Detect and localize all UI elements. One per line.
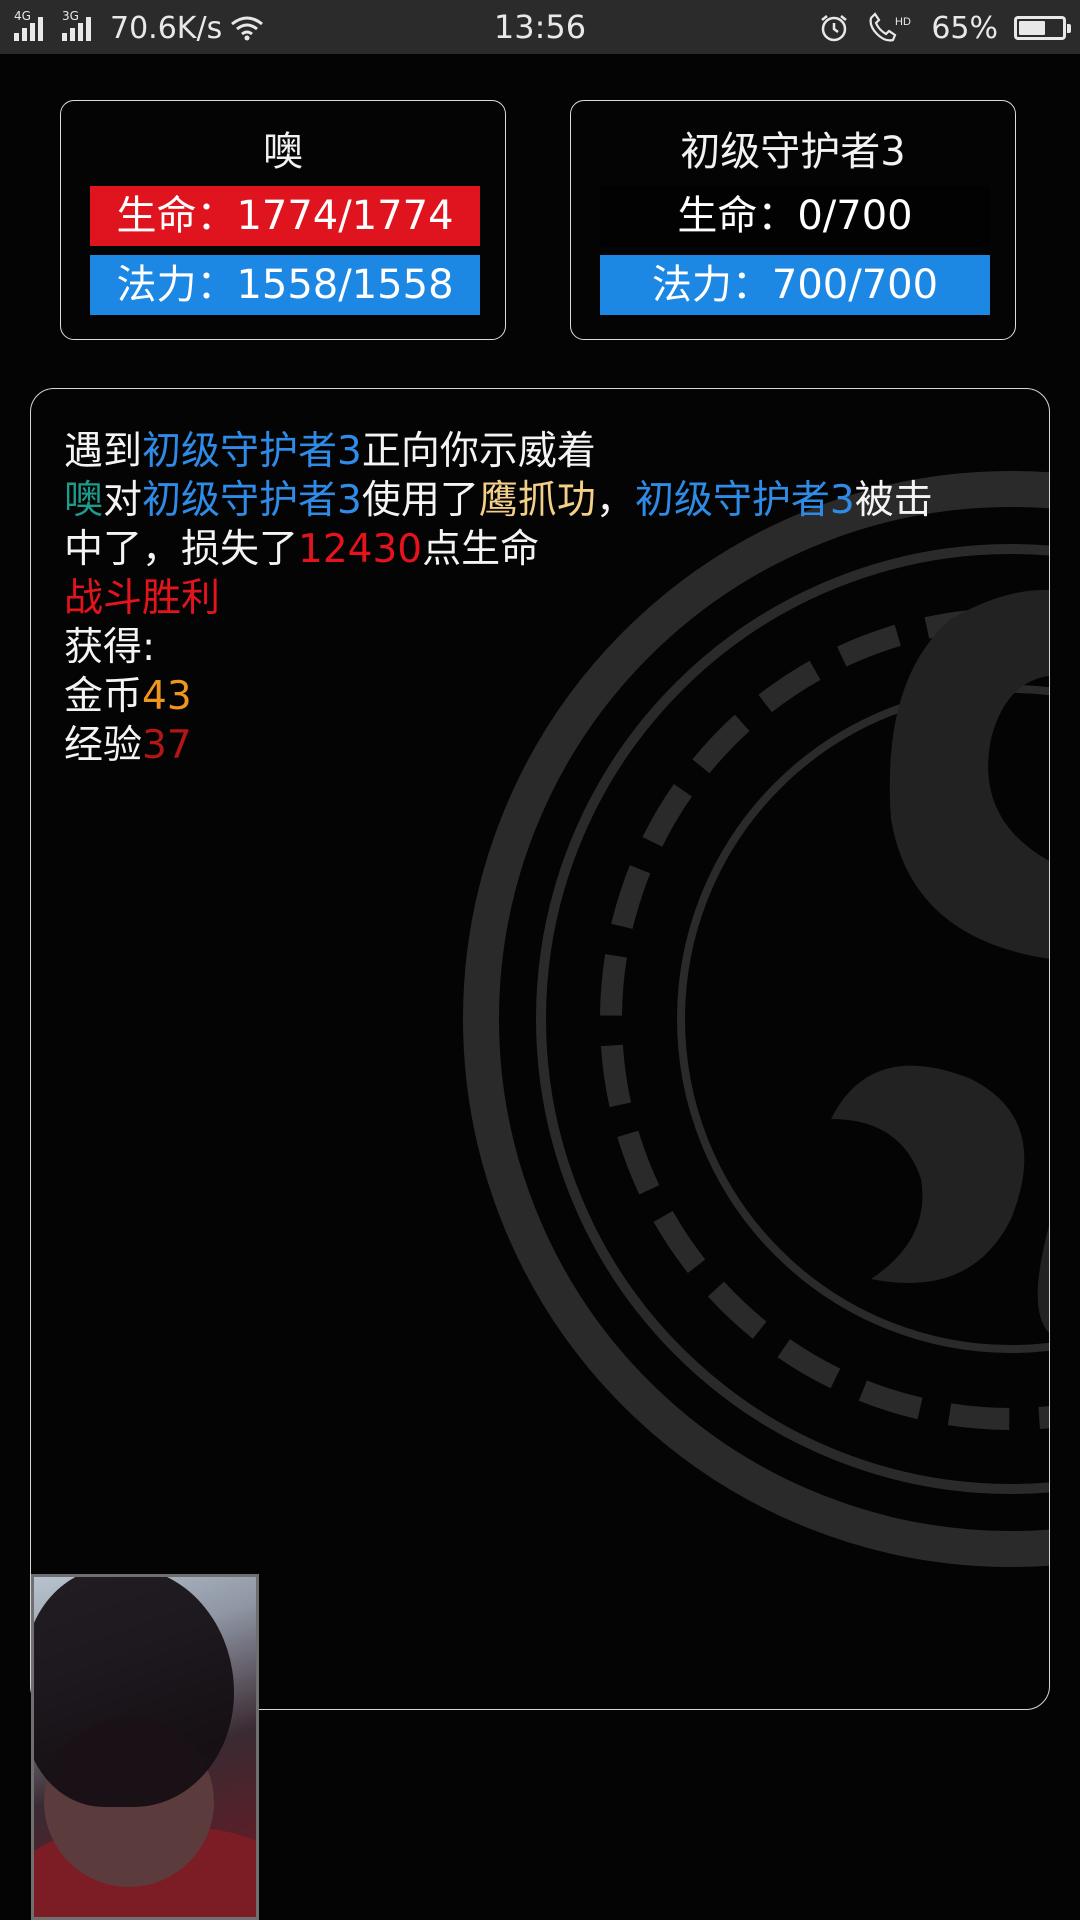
enemy-mp-bar: 法力：700/700 — [600, 255, 990, 315]
gold-value: 43 — [142, 674, 192, 719]
log-text: 遇到 — [64, 429, 143, 474]
log-text: 对 — [103, 478, 143, 523]
player-hp-bar: 生命：1774/1774 — [90, 186, 480, 246]
log-line: 中了，损失了12430点生命 — [64, 525, 1024, 574]
damage-value: 12430 — [298, 527, 423, 572]
enemy-name-link: 初级守护者3 — [142, 478, 362, 523]
log-text: 使用了 — [361, 478, 479, 523]
gold-label: 金币 — [64, 674, 143, 719]
exp-value: 37 — [142, 723, 192, 768]
log-line: 金币43 — [64, 672, 1024, 721]
log-line: 经验37 — [64, 721, 1024, 770]
status-bar: 4G 3G 70.6K/s 13:56 HD 65% — [0, 0, 1080, 54]
victory-text: 战斗胜利 — [64, 576, 221, 621]
status-right: HD 65% — [819, 8, 1071, 48]
enemy-name-link: 初级守护者3 — [634, 478, 855, 523]
player-card: 噢 生命：1774/1774 法力：1558/1558 — [60, 100, 506, 340]
player-name-link: 噢 — [64, 478, 104, 523]
player-name: 噢 — [263, 129, 303, 175]
hd-call-icon: HD — [869, 12, 911, 42]
enemy-name: 初级守护者3 — [680, 129, 906, 175]
log-text: ， — [595, 478, 635, 523]
battery-percent: 65% — [931, 10, 998, 46]
battery-icon — [1014, 16, 1071, 40]
enemy-hp-bar: 生命：0/700 — [600, 186, 990, 246]
alarm-icon — [821, 15, 848, 42]
log-text: 被击 — [854, 478, 933, 523]
log-line: 遇到初级守护者3正向你示威着 — [64, 427, 1024, 476]
log-text: 正向你示威着 — [361, 429, 596, 474]
battle-log-panel[interactable]: 遇到初级守护者3正向你示威着 噢对初级守护者3使用了鹰抓功，初级守护者3被击 中… — [30, 388, 1050, 1710]
exp-label: 经验 — [64, 723, 143, 768]
log-text: 中了，损失了 — [64, 527, 299, 572]
svg-text:HD: HD — [895, 16, 911, 28]
player-mp-bar: 法力：1558/1558 — [90, 255, 480, 315]
log-line: 噢对初级守护者3使用了鹰抓功，初级守护者3被击 — [64, 476, 1024, 525]
camera-preview[interactable] — [31, 1574, 259, 1920]
enemy-name-link: 初级守护者3 — [142, 429, 362, 474]
enemy-card: 初级守护者3 生命：0/700 法力：700/700 — [570, 100, 1016, 340]
skill-name: 鹰抓功 — [478, 478, 596, 523]
log-text: 点生命 — [422, 527, 540, 572]
rewards-label: 获得: — [64, 625, 156, 670]
log-lines: 遇到初级守护者3正向你示威着 噢对初级守护者3使用了鹰抓功，初级守护者3被击 中… — [64, 427, 1024, 770]
